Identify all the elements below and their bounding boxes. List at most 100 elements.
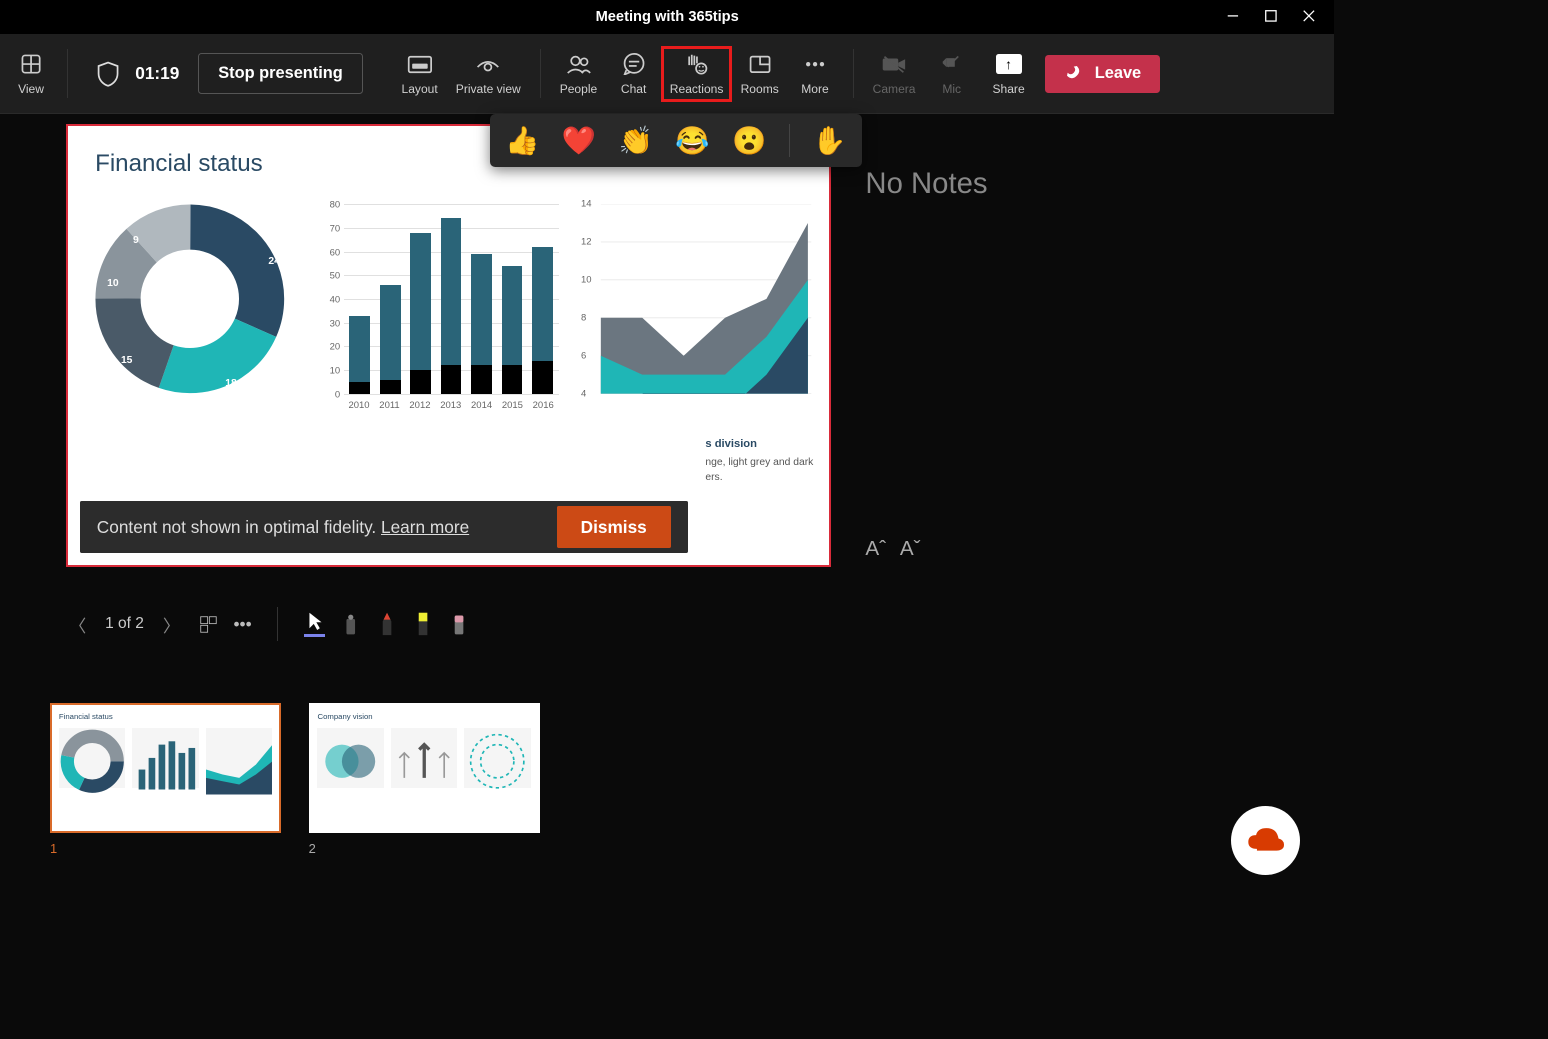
reaction-surprised[interactable]: 😮 <box>732 124 766 157</box>
rooms-icon <box>748 51 772 77</box>
reactions-panel: 👍 ❤️ 👏 😂 😮 ✋ <box>490 114 862 168</box>
camera-label: Camera <box>873 82 916 96</box>
private-view-label: Private view <box>456 82 521 96</box>
separator <box>67 49 68 97</box>
thumbnail-number: 1 <box>50 841 281 856</box>
share-icon: ↑ <box>996 51 1022 77</box>
share-button[interactable]: ↑ Share <box>981 48 1036 100</box>
stop-presenting-button[interactable]: Stop presenting <box>198 53 362 95</box>
eraser-tool[interactable] <box>449 611 470 637</box>
more-button[interactable]: More <box>789 48 841 100</box>
leave-label: Leave <box>1095 64 1141 83</box>
people-button[interactable]: People <box>553 48 605 100</box>
reaction-applause[interactable]: 👏 <box>619 124 653 157</box>
mic-button[interactable]: Mic <box>926 48 978 100</box>
donut-value: 15 <box>121 355 133 366</box>
cloud-icon <box>1244 823 1287 857</box>
donut-value: 24 <box>268 256 280 267</box>
minimize-icon[interactable] <box>1226 9 1240 23</box>
learn-more-link[interactable]: Learn more <box>381 517 469 537</box>
next-slide-button[interactable]: 〉 <box>159 608 183 640</box>
view-button[interactable]: View <box>7 48 55 100</box>
thumbnail[interactable]: Financial status <box>50 703 281 832</box>
reactions-button[interactable]: Reactions <box>663 48 730 100</box>
fidelity-banner: Content not shown in optimal fidelity. L… <box>80 501 689 553</box>
slide-thumbnails: Financial status 1 Company vision 2 <box>0 652 1334 857</box>
rooms-button[interactable]: Rooms <box>734 48 786 100</box>
maximize-icon[interactable] <box>1264 9 1278 23</box>
meeting-timer: 01:19 <box>135 63 179 84</box>
font-size-controls: Aˆ Aˇ <box>865 537 1282 561</box>
window-controls <box>1207 0 1335 31</box>
thumbnail-number: 2 <box>309 841 540 856</box>
separator <box>540 49 541 97</box>
mic-label: Mic <box>942 82 961 96</box>
bar-chart: 01020304050607080 2010201120122013201420… <box>323 204 559 411</box>
layout-label: Layout <box>402 82 438 96</box>
thumbnail-wrap: Company vision 2 <box>309 703 540 856</box>
highlighter-tool[interactable] <box>413 611 434 637</box>
close-icon[interactable] <box>1302 9 1316 23</box>
reaction-laugh[interactable]: 😂 <box>675 124 709 157</box>
thumbnail-wrap: Financial status 1 <box>50 703 281 856</box>
prev-slide-button[interactable]: 〈 <box>66 608 90 640</box>
grid-icon <box>19 51 43 77</box>
laser-pointer-tool[interactable] <box>340 611 361 637</box>
layout-icon <box>407 51 433 77</box>
area-chart: 468101214 <box>584 204 811 411</box>
more-options-button[interactable]: ••• <box>234 614 252 635</box>
slide: Financial status 24 18 15 10 <box>66 124 831 567</box>
hangup-icon <box>1059 59 1088 88</box>
content-area: Financial status 24 18 15 10 <box>0 114 1334 597</box>
camera-button[interactable]: Camera <box>866 48 923 100</box>
people-label: People <box>560 82 598 96</box>
donut-chart: 24 18 15 10 9 <box>95 204 297 411</box>
grid-view-button[interactable] <box>199 615 218 634</box>
reaction-like[interactable]: 👍 <box>505 124 539 157</box>
notes-panel: No Notes Aˆ Aˇ <box>865 124 1282 596</box>
view-label: View <box>18 82 44 96</box>
font-increase-button[interactable]: Aˆ <box>865 537 886 561</box>
reactions-icon <box>684 51 710 77</box>
chat-label: Chat <box>621 82 646 96</box>
share-label: Share <box>993 82 1025 96</box>
corner-logo <box>1231 806 1300 875</box>
red-pen-tool[interactable] <box>377 611 398 637</box>
window-title: Meeting with 365tips <box>596 9 739 25</box>
thumbnail[interactable]: Company vision <box>309 703 540 832</box>
separator <box>277 607 278 641</box>
donut-value: 18 <box>225 378 237 389</box>
charts-row: 24 18 15 10 9 01020304050607080 20102011… <box>95 204 812 437</box>
font-decrease-button[interactable]: Aˇ <box>900 537 921 561</box>
notes-placeholder: No Notes <box>865 167 1282 201</box>
dismiss-button[interactable]: Dismiss <box>557 506 671 548</box>
presented-slide-area: Financial status 24 18 15 10 <box>66 124 831 596</box>
thumbnail-title: Financial status <box>59 712 272 721</box>
more-label: More <box>801 82 828 96</box>
thumbnail-title: Company vision <box>317 712 530 721</box>
presenter-controls: 〈 1 of 2 〉 ••• <box>0 596 1334 651</box>
title-bar: Meeting with 365tips <box>0 0 1334 34</box>
privacy-timer: 01:19 <box>80 60 195 88</box>
layout-button[interactable]: Layout <box>394 48 446 100</box>
chat-button[interactable]: Chat <box>608 48 660 100</box>
people-icon <box>566 51 592 77</box>
more-icon <box>803 51 827 77</box>
separator <box>853 49 854 97</box>
meeting-toolbar: View 01:19 Stop presenting Layout Privat… <box>0 34 1334 113</box>
donut-value: 10 <box>107 278 119 289</box>
reaction-heart[interactable]: ❤️ <box>562 124 596 157</box>
camera-off-icon <box>881 51 907 77</box>
reactions-label: Reactions <box>670 82 724 96</box>
reaction-raise-hand[interactable]: ✋ <box>812 124 846 157</box>
chat-icon <box>622 51 646 77</box>
shield-icon[interactable] <box>96 60 120 88</box>
leave-button[interactable]: Leave <box>1045 55 1160 93</box>
eye-icon <box>475 51 501 77</box>
mic-off-icon <box>941 51 962 77</box>
private-view-button[interactable]: Private view <box>449 48 528 100</box>
banner-text: Content not shown in optimal fidelity. L… <box>97 517 469 538</box>
rooms-label: Rooms <box>741 82 779 96</box>
donut-value: 9 <box>133 235 139 246</box>
cursor-tool[interactable] <box>304 611 325 637</box>
